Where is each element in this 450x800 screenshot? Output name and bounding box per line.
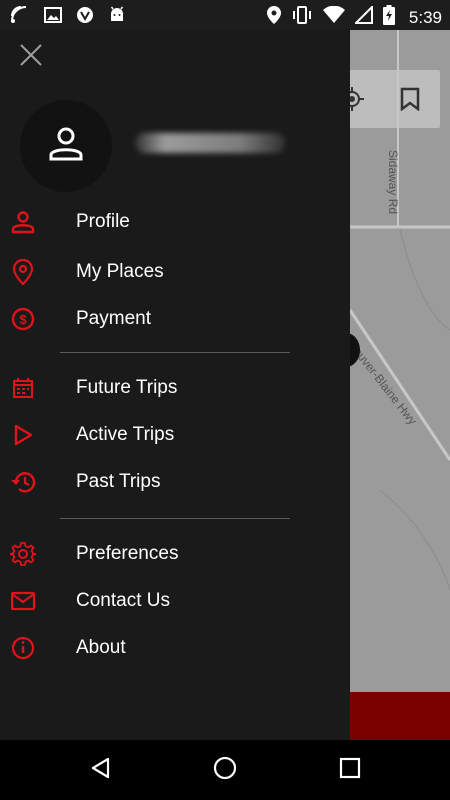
menu-item-contact-us[interactable]: Contact Us	[0, 578, 350, 624]
menu-divider	[60, 352, 290, 353]
avatar[interactable]	[20, 100, 112, 192]
menu-item-label: Past Trips	[76, 471, 161, 492]
menu-item-label: About	[76, 637, 126, 658]
location-pin-icon	[10, 259, 36, 285]
signal-icon	[353, 4, 373, 29]
menu-item-label: Payment	[76, 308, 151, 329]
menu-item-future-trips[interactable]: Future Trips	[0, 365, 350, 411]
image-icon	[44, 7, 62, 28]
menu-item-active-trips[interactable]: Active Trips	[0, 412, 350, 458]
recents-icon	[339, 757, 361, 784]
menu-divider	[60, 518, 290, 519]
home-icon	[212, 755, 238, 786]
menu-item-label: Preferences	[76, 543, 179, 564]
status-bar: 5:39	[0, 0, 450, 30]
recents-button[interactable]	[335, 755, 365, 785]
person-icon	[10, 209, 36, 235]
menu-item-label: My Places	[76, 261, 164, 282]
close-drawer-button[interactable]	[16, 42, 46, 72]
history-icon	[10, 469, 36, 495]
svg-text:$: $	[19, 312, 27, 327]
menu-item-preferences[interactable]: Preferences	[0, 531, 350, 577]
road-label-sidaway: Sidaway Rd	[386, 150, 400, 215]
system-nav-bar	[0, 740, 450, 800]
menu-item-label: Active Trips	[76, 424, 175, 445]
menu-item-profile[interactable]: Profile	[0, 199, 350, 245]
username-redacted	[135, 133, 285, 153]
play-icon	[10, 422, 36, 448]
back-icon	[89, 756, 113, 785]
gear-icon	[10, 541, 36, 567]
mail-icon	[10, 588, 36, 614]
wifi-signal-icon	[10, 5, 30, 30]
calendar-icon	[10, 375, 36, 401]
close-icon	[19, 43, 43, 72]
navigation-drawer: Profile My Places $ Payment Future Trips…	[0, 30, 350, 740]
menu-item-label: Contact Us	[76, 590, 170, 611]
menu-item-past-trips[interactable]: Past Trips	[0, 459, 350, 505]
status-time: 5:39	[408, 7, 442, 27]
menu-item-about[interactable]: About	[0, 625, 350, 671]
menu-item-my-places[interactable]: My Places	[0, 249, 350, 295]
dollar-icon: $	[10, 306, 36, 332]
menu-item-payment[interactable]: $ Payment	[0, 296, 350, 342]
home-button[interactable]	[210, 755, 240, 785]
battery-charging-icon	[382, 5, 395, 30]
shield-icon	[76, 6, 94, 29]
menu-item-label: Future Trips	[76, 377, 178, 398]
location-icon	[266, 6, 281, 29]
person-icon	[48, 126, 84, 167]
back-button[interactable]	[86, 755, 116, 785]
android-icon	[108, 6, 126, 29]
info-icon	[10, 635, 36, 661]
vibrate-icon	[291, 6, 313, 29]
wifi-icon	[322, 5, 345, 29]
menu-item-label: Profile	[76, 211, 130, 232]
